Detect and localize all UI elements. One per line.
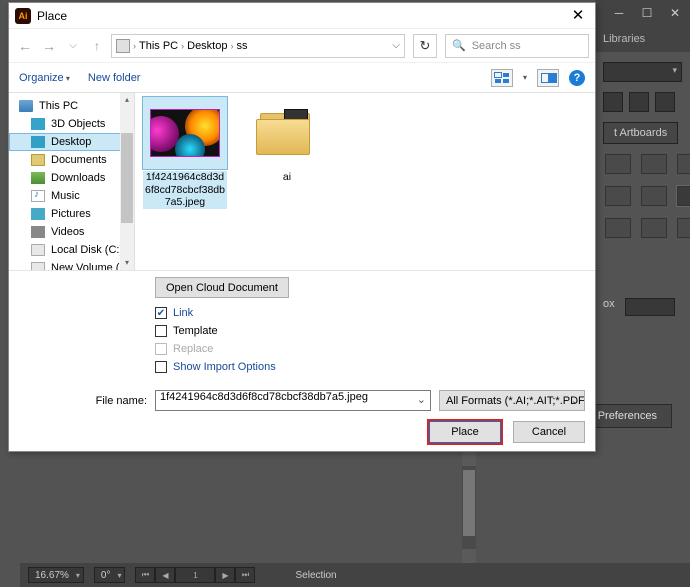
cancel-button[interactable]: Cancel [513,421,585,443]
nav-up-button[interactable]: ↑ [87,36,107,56]
breadcrumb-pc[interactable]: This PC [139,40,178,52]
nav-back-button[interactable]: ← [15,36,35,56]
align-icon-7[interactable] [605,218,631,238]
sidebar-item-desktop[interactable]: Desktop [9,133,134,151]
file-filter-dropdown[interactable]: All Formats (*.AI;*.AIT;*.PDF;*.D [439,390,585,411]
zoom-level[interactable]: 16.67% [28,567,84,583]
pc-icon [116,39,130,53]
filename-input[interactable]: 1f4241964c8d3d6f8cd78cbcf38db7a5.jpeg [155,390,431,411]
align-icon-4[interactable] [605,186,631,206]
organize-menu[interactable]: Organize [19,72,70,84]
artboard-nav[interactable]: ⏮◀1▶⏭ [135,567,255,583]
ico-doc-icon [31,154,45,166]
ico-desk-icon [31,136,45,148]
ico-3d-icon [31,118,45,130]
panel-small-button-1[interactable] [603,92,623,112]
app-close-button[interactable]: ✕ [664,4,686,22]
panel-small-button-3[interactable] [655,92,675,112]
filename-label: File name: [19,395,147,407]
sidebar-item-this-pc[interactable]: This PC [9,97,134,115]
align-icon-1[interactable] [605,154,631,174]
align-icon-9[interactable] [677,218,690,238]
file-item[interactable]: 1f4241964c8d3d6f8cd78cbcf38db7a5.jpeg [143,97,227,209]
refresh-button[interactable]: ↻ [413,34,437,58]
open-cloud-document-button[interactable]: Open Cloud Document [155,277,289,298]
align-icon-3[interactable] [677,154,690,174]
panel-small-button-2[interactable] [629,92,649,112]
app-maximize-button[interactable]: ☐ [636,4,658,22]
ico-pc-icon [19,100,33,112]
sidebar-item-new-volume-d-[interactable]: New Volume (D: [9,259,134,270]
replace-checkbox [155,343,167,355]
align-icon-6[interactable] [677,186,690,206]
file-name: 1f4241964c8d3d6f8cd78cbcf38db7a5.jpeg [143,171,227,209]
dialog-close-button[interactable]: ✕ [567,5,589,27]
new-folder-button[interactable]: New folder [88,72,141,84]
sidebar-item-local-disk-c-[interactable]: Local Disk (C:) [9,241,134,259]
breadcrumb[interactable]: › This PC › Desktop › ss ⌵ [111,34,405,58]
status-bar: 16.67% 0° ⏮◀1▶⏭ Selection [20,563,690,587]
sidebar-scrollbar[interactable]: ▴▾ [120,93,134,270]
template-checkbox[interactable] [155,325,167,337]
edit-artboards-button[interactable]: t Artboards [603,122,678,144]
sidebar-item-pictures[interactable]: Pictures [9,205,134,223]
align-icon-8[interactable] [641,218,667,238]
ico-diskC-icon [31,244,45,256]
dialog-title: Place [37,9,67,23]
show-import-options-label: Show Import Options [173,361,276,373]
ico-diskD-icon [31,262,45,270]
document-vertical-scrollbar[interactable] [462,452,476,563]
align-icon-5[interactable] [641,186,667,206]
ico-pic-icon [31,208,45,220]
panel-tab-libraries[interactable]: Libraries [595,26,690,52]
view-thumbnails-button[interactable] [491,69,513,87]
sidebar-item-documents[interactable]: Documents [9,151,134,169]
rotation[interactable]: 0° [94,567,126,583]
place-dialog: Ai Place ✕ ← → ⌵ ↑ › This PC › Desktop ›… [8,2,596,452]
search-input[interactable]: 🔍 Search ss [445,34,589,58]
preferences-button[interactable]: Preferences [583,404,672,428]
status-selection: Selection [295,570,336,581]
sidebar-item-3d-objects[interactable]: 3D Objects [9,115,134,133]
app-minimize-button[interactable]: ─ [608,4,630,22]
search-placeholder: Search ss [472,40,521,52]
replace-label: Replace [173,343,213,355]
panel-dropdown[interactable] [603,62,682,82]
illustrator-app-icon: Ai [15,8,31,24]
align-icon-2[interactable] [641,154,667,174]
libraries-panel: Libraries t Artboards ox [595,26,690,547]
search-icon: 🔍 [452,39,466,52]
sidebar-item-downloads[interactable]: Downloads [9,169,134,187]
place-button[interactable]: Place [429,421,501,443]
view-preview-pane-button[interactable] [537,69,559,87]
ox-dropdown[interactable] [625,298,675,316]
breadcrumb-desktop[interactable]: Desktop [187,40,227,52]
help-button[interactable]: ? [569,70,585,86]
ico-vid-icon [31,226,45,238]
ox-label: ox [603,298,615,316]
file-item[interactable]: ai [245,97,329,184]
sidebar-item-videos[interactable]: Videos [9,223,134,241]
file-list: 1f4241964c8d3d6f8cd78cbcf38db7a5.jpeg ai [135,93,595,270]
breadcrumb-ss[interactable]: ss [236,40,247,52]
template-label: Template [173,325,218,337]
link-checkbox[interactable]: ✔ [155,307,167,319]
folder-icon [256,109,318,157]
show-import-options-checkbox[interactable] [155,361,167,373]
ico-music-icon [31,190,45,202]
link-label: Link [173,307,193,319]
file-name: ai [245,171,329,184]
sidebar-item-music[interactable]: Music [9,187,134,205]
nav-forward-button[interactable]: → [39,36,59,56]
nav-recent-button[interactable]: ⌵ [63,36,83,56]
sidebar-tree: ▴▾ This PC3D ObjectsDesktopDocumentsDown… [9,93,135,270]
ico-dl-icon [31,172,45,184]
image-thumbnail [150,109,220,157]
